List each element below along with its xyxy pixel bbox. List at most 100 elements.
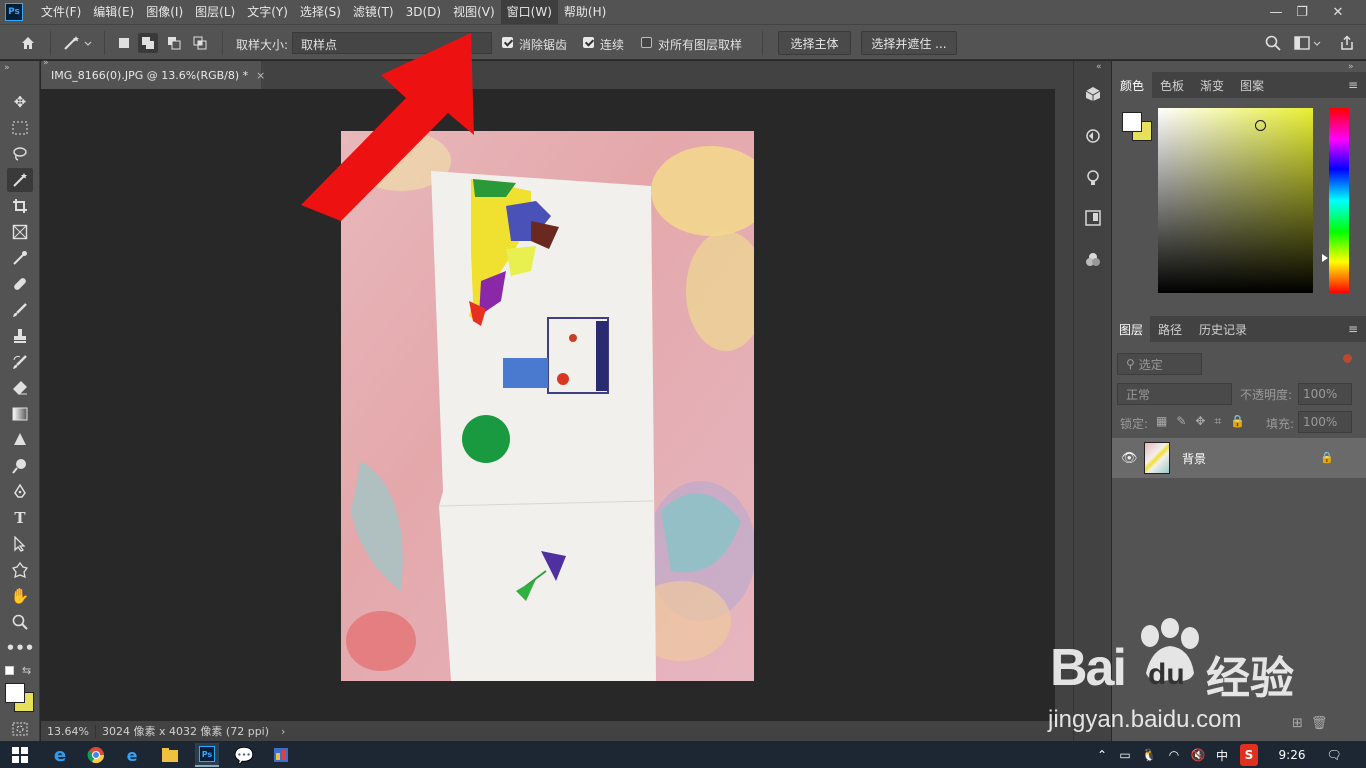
history-brush-tool-icon[interactable] [7,350,33,374]
history-panel-icon[interactable] [1080,121,1106,151]
file-explorer-icon[interactable] [158,743,182,767]
collapse-panels-icon[interactable]: » [43,58,49,68]
foreground-color-swatch[interactable] [5,683,25,703]
color-panel-menu-icon[interactable]: ≡ [1348,78,1358,92]
menu-file[interactable]: 文件(F) [35,0,87,24]
status-menu-arrow[interactable]: › [275,725,291,738]
fill-input[interactable]: 100% [1298,411,1352,433]
anti-alias-checkbox[interactable] [502,37,513,48]
panel-foreground-swatch[interactable] [1122,112,1142,132]
contiguous-checkbox[interactable] [583,37,594,48]
tab-swatches[interactable]: 色板 [1152,72,1192,98]
edge-browser-icon[interactable]: e [120,743,144,767]
libraries-panel-icon[interactable] [1080,203,1106,233]
wifi-icon[interactable]: ◠ [1166,744,1182,766]
menu-edit[interactable]: 编辑(E) [87,0,140,24]
app-icon[interactable] [269,743,293,767]
zoom-level[interactable]: 13.64% [41,724,96,738]
subtract-selection-icon[interactable] [164,33,184,53]
hand-tool-icon[interactable]: ✋ [7,584,33,608]
add-selection-icon[interactable] [138,33,158,53]
filter-toggle-icon[interactable] [1343,354,1352,363]
clone-stamp-tool-icon[interactable] [7,324,33,348]
menu-window[interactable]: 窗口(W) [500,0,558,24]
menu-layer[interactable]: 图层(L) [189,0,241,24]
color-field[interactable] [1158,108,1313,293]
menu-filter[interactable]: 滤镜(T) [347,0,400,24]
hue-slider-marker[interactable] [1322,254,1328,262]
clock[interactable]: 9:26 [1272,744,1312,766]
share-icon[interactable] [1337,33,1357,53]
workspace-icon[interactable] [1293,33,1325,53]
3d-panel-icon[interactable] [1080,79,1106,109]
layers-panel-menu-icon[interactable]: ≡ [1348,322,1358,336]
menu-view[interactable]: 视图(V) [447,0,501,24]
menu-help[interactable]: 帮助(H) [558,0,612,24]
expand-dock-icon[interactable]: « [1096,62,1102,72]
path-selection-tool-icon[interactable] [7,532,33,556]
document-tab[interactable]: IMG_8166(0).JPG @ 13.6%(RGB/8) * × [41,61,265,89]
new-selection-icon[interactable] [114,33,134,53]
frame-tool-icon[interactable] [7,220,33,244]
quick-mask-icon[interactable] [7,717,33,741]
hue-slider[interactable] [1329,108,1349,293]
magic-wand-tool-icon[interactable] [7,168,33,192]
sample-all-layers-checkbox[interactable] [641,37,652,48]
magic-wand-preset-icon[interactable] [60,33,96,53]
layer-name[interactable]: 背景 [1182,450,1206,467]
chrome-icon[interactable] [84,743,108,767]
eye-icon[interactable]: 👁 [1121,451,1138,466]
tab-layers[interactable]: 图层 [1112,316,1150,342]
ie-browser-icon[interactable]: e [48,743,72,767]
select-subject-button[interactable]: 选择主体 [778,31,851,55]
more-tools-icon[interactable]: ••• [6,636,35,660]
color-picker-marker[interactable] [1255,120,1266,131]
home-icon[interactable] [18,33,38,53]
search-icon[interactable] [1263,33,1283,53]
blend-mode-select[interactable]: 正常 [1117,383,1232,405]
lasso-tool-icon[interactable] [7,142,33,166]
tab-patterns[interactable]: 图案 [1232,72,1272,98]
shape-tool-icon[interactable] [7,558,33,582]
layer-row[interactable]: 👁 背景 🔒 [1112,438,1366,478]
tab-paths[interactable]: 路径 [1150,316,1190,342]
wechat-icon[interactable]: 💬 [232,743,256,767]
menu-select[interactable]: 选择(S) [294,0,347,24]
volume-muted-icon[interactable]: 🔇 [1190,744,1206,766]
blur-tool-icon[interactable] [7,428,33,452]
collapse-icon[interactable]: » [4,63,10,73]
layer-filter-select[interactable]: ⚲ 选定 [1117,353,1202,375]
tray-network-device-icon[interactable]: ▭ [1117,744,1133,766]
select-and-mask-button[interactable]: 选择并遮住 ... [861,31,957,55]
eyedropper-tool-icon[interactable] [7,246,33,270]
brush-tool-icon[interactable] [7,298,33,322]
sogou-ime-icon[interactable]: S [1240,744,1258,766]
adjustments-panel-icon[interactable] [1080,245,1106,275]
opacity-input[interactable]: 100% [1298,383,1352,405]
default-colors-icon[interactable] [5,666,14,675]
ime-indicator[interactable]: 中 [1214,744,1230,766]
healing-brush-tool-icon[interactable] [7,272,33,296]
crop-tool-icon[interactable] [7,194,33,218]
close-tab-icon[interactable]: × [256,69,265,82]
canvas-area[interactable] [41,33,1055,721]
tab-gradients[interactable]: 渐变 [1192,72,1232,98]
qq-icon[interactable]: 🐧 [1140,744,1158,766]
notification-icon[interactable]: 🗨 [1324,744,1344,766]
eraser-tool-icon[interactable] [7,376,33,400]
windows-start-icon[interactable] [8,743,32,767]
photoshop-taskbar-icon[interactable]: Ps [195,743,219,767]
dodge-tool-icon[interactable] [7,454,33,478]
tab-history[interactable]: 历史记录 [1190,316,1256,342]
collapse-right-panels-icon[interactable]: » [1348,62,1354,72]
menu-3d[interactable]: 3D(D) [400,0,447,24]
swap-colors-icon[interactable]: ⇆ [22,664,31,677]
type-tool-icon[interactable]: T [7,506,33,530]
move-tool-icon[interactable]: ✥ [7,90,33,114]
menu-type[interactable]: 文字(Y) [241,0,294,24]
tab-color[interactable]: 颜色 [1112,72,1152,98]
pen-tool-icon[interactable] [7,480,33,504]
tray-chevron-icon[interactable]: ⌃ [1095,744,1109,766]
learn-panel-icon[interactable] [1080,163,1106,193]
restore-button[interactable]: ❐ [1286,0,1318,24]
